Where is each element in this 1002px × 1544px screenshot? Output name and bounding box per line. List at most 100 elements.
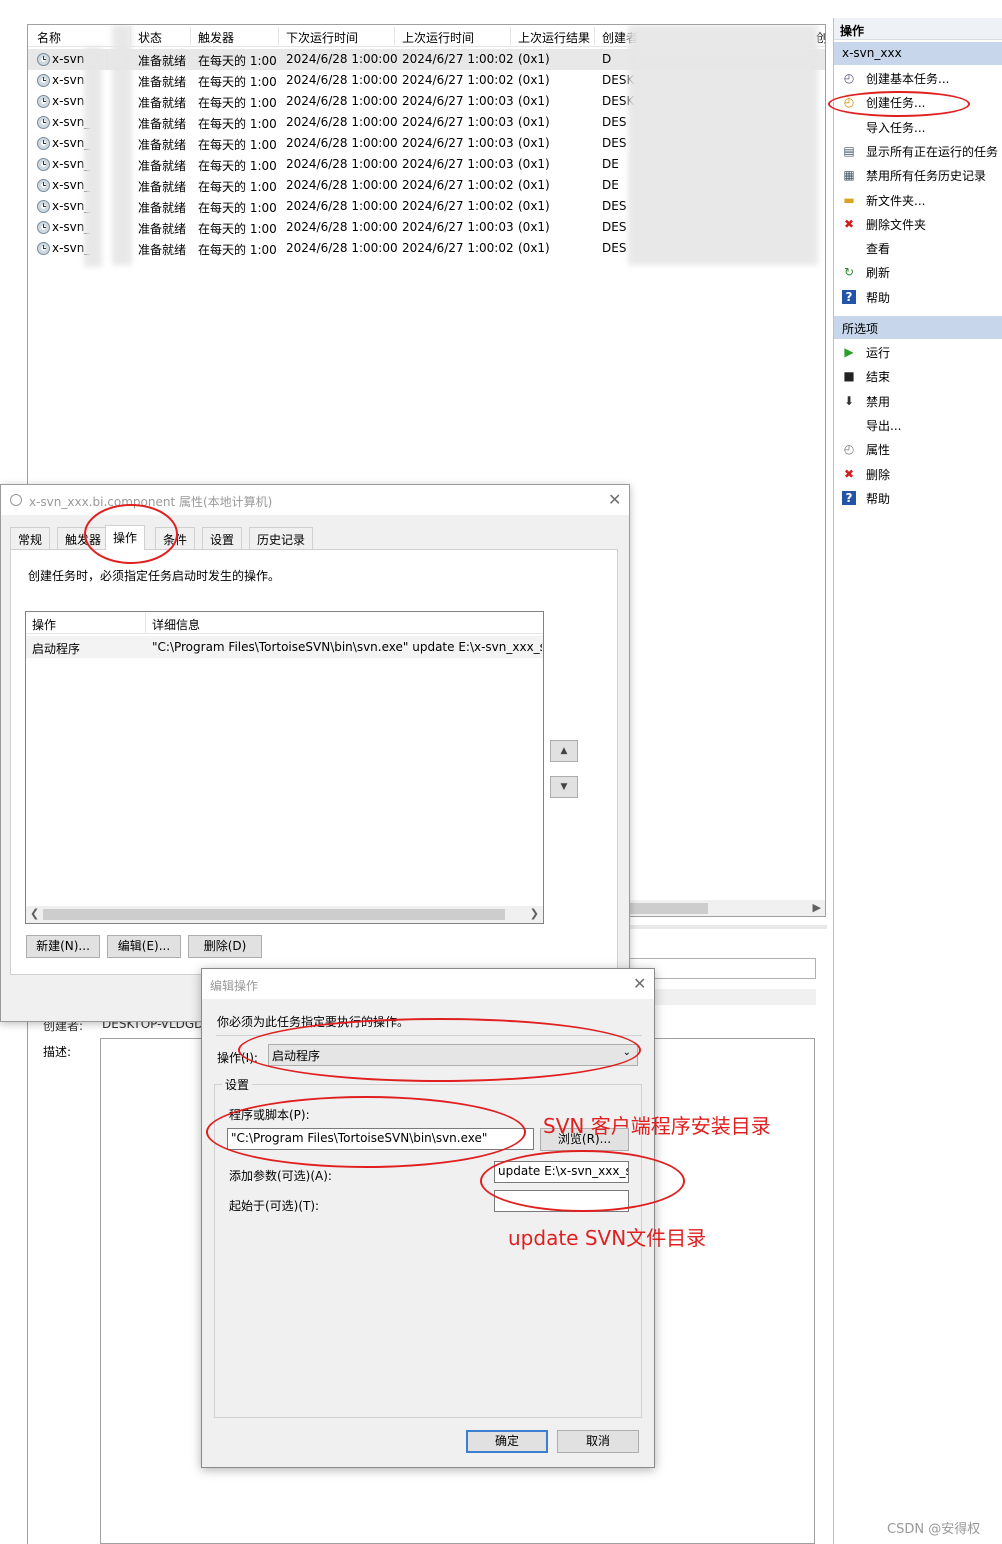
- task-creator-cell: DES: [602, 241, 627, 255]
- delete-icon: ✖: [843, 216, 855, 231]
- action-panel: 操作 x-svn_xxx ◴ 创建基本任务... ◴ 创建任务... 导入任务... ▤ 显…: [833, 18, 1002, 1544]
- action-item[interactable]: 导出...: [834, 413, 1002, 437]
- column-trigger[interactable]: 触发器: [198, 29, 234, 46]
- task-result-cell: (0x1): [518, 241, 550, 255]
- table-row[interactable]: 启动程序 "C:\Program Files\TortoiseSVN\bin\s…: [26, 636, 543, 658]
- task-name-cell: x-svn: [52, 52, 85, 66]
- action-item[interactable]: ▤ 显示所有正在运行的任务: [834, 139, 1002, 163]
- move-down-button[interactable]: ▼: [550, 776, 578, 798]
- selected-section-header[interactable]: 所选项: [834, 316, 1002, 339]
- edit-action-button[interactable]: 编辑(E)...: [107, 935, 181, 958]
- task-clock-icon: [37, 74, 50, 87]
- column-next-run[interactable]: 下次运行时间: [286, 29, 358, 46]
- task-clock-icon: [37, 53, 50, 66]
- action-type-label: 操作(I):: [217, 1051, 258, 1065]
- action-item[interactable]: ↻ 刷新: [834, 260, 1002, 284]
- close-icon[interactable]: ✕: [608, 490, 621, 509]
- task-clock-icon: [37, 179, 50, 192]
- tab-general[interactable]: 常规: [10, 527, 51, 549]
- ok-button[interactable]: 确定: [466, 1430, 548, 1453]
- scroll-thumb[interactable]: [43, 909, 505, 920]
- move-up-button[interactable]: ▲: [550, 740, 578, 762]
- task-next-run-cell: 2024/6/28 1:00:00: [286, 157, 398, 171]
- watermark: CSDN @安得权: [887, 1522, 981, 1537]
- task-creator-cell: DES: [602, 115, 627, 129]
- action-item-label: 创建基本任务...: [866, 72, 950, 86]
- create-task-icon: ◴: [843, 95, 855, 110]
- task-status-cell: 准备就绪: [138, 180, 187, 194]
- task-result-cell: (0x1): [518, 94, 550, 108]
- task-clock-icon: [37, 95, 50, 108]
- column-last-run[interactable]: 上次运行时间: [402, 29, 474, 46]
- task-list-hscrollbar[interactable]: ▶: [628, 900, 825, 916]
- actions-hscrollbar[interactable]: ❮ ❯: [26, 906, 543, 923]
- task-next-run-cell: 2024/6/28 1:00:00: [286, 241, 398, 255]
- tab-history[interactable]: 历史记录: [249, 527, 314, 549]
- task-status-cell: 准备就绪: [138, 243, 187, 257]
- close-icon[interactable]: ✕: [633, 974, 646, 993]
- column-last-result[interactable]: 上次运行结果: [518, 29, 590, 46]
- properties-titlebar[interactable]: x-svn_xxx.bi.component 属性(本地计算机) ✕: [1, 485, 629, 515]
- task-trigger-cell: 在每天的 1:00: [198, 201, 277, 215]
- action-item[interactable]: 查看: [834, 236, 1002, 260]
- action-item-label: 查看: [866, 242, 891, 257]
- action-type-select[interactable]: 启动程序 ⌄: [268, 1044, 638, 1066]
- action-item[interactable]: ■ 结束: [834, 364, 1002, 388]
- edit-titlebar[interactable]: 编辑操作 ✕: [202, 969, 654, 999]
- task-status-cell: 准备就绪: [138, 138, 187, 152]
- action-item-label: 刷新: [866, 266, 891, 281]
- action-item[interactable]: ◴ 属性: [834, 437, 1002, 461]
- action-item[interactable]: ◴ 创建基本任务...: [834, 66, 1002, 90]
- task-creator-cell: DES: [602, 199, 627, 213]
- task-result-cell: (0x1): [518, 73, 550, 87]
- start-in-input[interactable]: [494, 1190, 629, 1212]
- action-item[interactable]: ◴ 创建任务...: [834, 90, 1002, 114]
- action-item[interactable]: ▶ 运行: [834, 340, 1002, 364]
- scroll-right-icon[interactable]: ▶: [813, 901, 821, 914]
- action-item[interactable]: ▦ 禁用所有任务历史记录: [834, 163, 1002, 187]
- column-name[interactable]: 名称: [37, 29, 61, 46]
- task-trigger-cell: 在每天的 1:00: [198, 222, 277, 236]
- tab-triggers[interactable]: 触发器: [57, 527, 110, 549]
- action-panel-section[interactable]: x-svn_xxx: [834, 42, 1002, 65]
- action-item[interactable]: ⬇ 禁用: [834, 389, 1002, 413]
- actions-table[interactable]: 操作 详细信息 启动程序 "C:\Program Files\TortoiseS…: [25, 611, 544, 924]
- tab-settings[interactable]: 设置: [202, 527, 243, 549]
- actions-col-action[interactable]: 操作: [32, 616, 56, 633]
- task-clock-icon: [37, 116, 50, 129]
- arguments-input[interactable]: update E:\x-svn_xxx_sc: [494, 1161, 629, 1183]
- edit-title: 编辑操作: [210, 979, 259, 993]
- detail-field[interactable]: [628, 958, 816, 979]
- action-item-label: 结束: [866, 370, 891, 385]
- action-item[interactable]: ? 帮助: [834, 486, 1002, 510]
- tab-conditions[interactable]: 条件: [155, 527, 196, 549]
- cancel-button[interactable]: 取消: [557, 1430, 639, 1453]
- task-trigger-cell: 在每天的 1:00: [198, 159, 277, 173]
- disable-icon: ⬇: [843, 393, 855, 408]
- delete-action-button[interactable]: 删除(D): [188, 935, 262, 958]
- task-clock-icon: [37, 200, 50, 213]
- task-next-run-cell: 2024/6/28 1:00:00: [286, 220, 398, 234]
- action-item[interactable]: ✖ 删除: [834, 462, 1002, 486]
- stop-icon: ■: [843, 369, 855, 384]
- program-input[interactable]: "C:\Program Files\TortoiseSVN\bin\svn.ex…: [227, 1128, 534, 1150]
- column-status[interactable]: 状态: [138, 29, 162, 46]
- task-status-cell: 准备就绪: [138, 96, 187, 110]
- task-name-cell: x-svn: [52, 94, 85, 108]
- task-result-cell: (0x1): [518, 157, 550, 171]
- action-item[interactable]: ✖ 删除文件夹: [834, 212, 1002, 236]
- task-trigger-cell: 在每天的 1:00: [198, 54, 277, 68]
- action-item[interactable]: ▬ 新文件夹...: [834, 188, 1002, 212]
- chevron-down-icon: ⌄: [622, 1047, 631, 1058]
- actions-col-detail[interactable]: 详细信息: [152, 616, 200, 633]
- scroll-thumb[interactable]: [628, 903, 708, 914]
- run-icon: ▶: [844, 345, 854, 359]
- scroll-right-icon[interactable]: ❯: [530, 907, 539, 920]
- action-item[interactable]: 导入任务...: [834, 115, 1002, 139]
- scroll-left-icon[interactable]: ❮: [30, 907, 39, 920]
- new-action-button[interactable]: 新建(N)...: [26, 935, 100, 958]
- tab-actions[interactable]: 操作: [105, 525, 146, 550]
- task-trigger-cell: 在每天的 1:00: [198, 243, 277, 257]
- action-detail-cell: "C:\Program Files\TortoiseSVN\bin\svn.ex…: [152, 640, 542, 654]
- action-item[interactable]: ? 帮助: [834, 285, 1002, 309]
